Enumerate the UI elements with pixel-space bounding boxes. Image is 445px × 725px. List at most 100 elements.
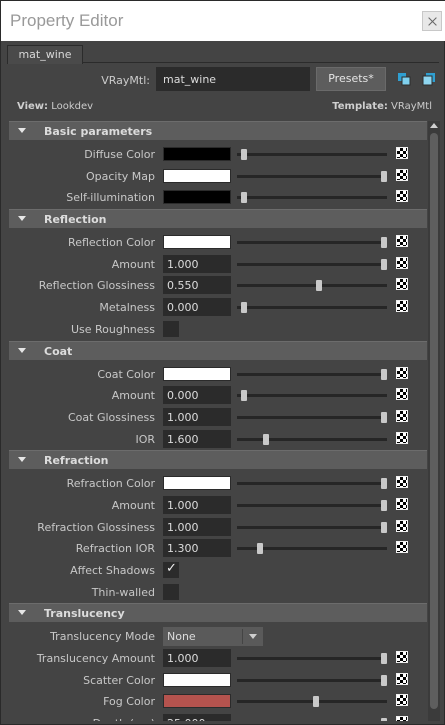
slider-handle[interactable] xyxy=(381,521,387,533)
refraction-ior-slider[interactable] xyxy=(237,543,387,555)
section-header-translucency[interactable]: Translucency xyxy=(9,603,427,623)
fog-color-swatch[interactable] xyxy=(163,694,231,709)
slider-handle[interactable] xyxy=(381,411,387,423)
slider-handle[interactable] xyxy=(381,170,387,182)
coat-color-swatch[interactable] xyxy=(163,366,231,381)
scatter-color-slider[interactable] xyxy=(237,674,387,686)
map-button-checker-icon[interactable] xyxy=(396,497,408,510)
map-button-checker-icon[interactable] xyxy=(396,541,408,554)
map-button-checker-icon[interactable] xyxy=(396,431,408,444)
translucency-amount-field[interactable]: 1.000 xyxy=(163,649,231,668)
refraction-color-slider[interactable] xyxy=(237,478,387,490)
section-header-coat[interactable]: Coat xyxy=(9,340,427,360)
map-button-checker-icon[interactable] xyxy=(396,651,408,664)
material-name-field[interactable]: mat_wine xyxy=(156,67,310,91)
thin-walled-checkbox[interactable] xyxy=(163,583,179,600)
map-button-checker-icon[interactable] xyxy=(396,278,408,291)
translucency-mode-dropdown[interactable]: None xyxy=(163,627,263,647)
chevron-down-icon[interactable] xyxy=(249,634,257,640)
slider-handle[interactable] xyxy=(257,543,263,555)
metalness-slider[interactable] xyxy=(237,302,387,314)
refraction-glossiness-field[interactable]: 1.000 xyxy=(163,517,231,536)
map-button-checker-icon[interactable] xyxy=(396,716,408,721)
map-button-checker-icon[interactable] xyxy=(396,672,408,685)
slider-handle[interactable] xyxy=(241,149,247,160)
refraction-color-swatch[interactable] xyxy=(163,476,231,491)
slider-handle[interactable] xyxy=(313,696,319,708)
opacity-map-slider[interactable] xyxy=(237,170,387,182)
collapse-triangle-icon[interactable] xyxy=(18,216,26,222)
map-button-checker-icon[interactable] xyxy=(396,388,408,401)
slider-handle[interactable] xyxy=(316,280,322,292)
diffuse-color-swatch[interactable] xyxy=(163,147,231,161)
slider-handle[interactable] xyxy=(241,302,247,314)
map-button-checker-icon[interactable] xyxy=(396,409,408,422)
map-button-checker-icon[interactable] xyxy=(396,694,408,707)
ior-slider[interactable] xyxy=(237,433,387,445)
amount-slider[interactable] xyxy=(237,258,387,270)
reflection-color-swatch[interactable] xyxy=(163,235,231,250)
amount-field[interactable]: 1.000 xyxy=(163,254,231,273)
coat-color-slider[interactable] xyxy=(237,368,387,380)
refraction-ior-field[interactable]: 1.300 xyxy=(163,539,231,558)
slider-handle[interactable] xyxy=(381,368,387,380)
amount-field[interactable]: 1.000 xyxy=(163,495,231,514)
coat-glossiness-field[interactable]: 1.000 xyxy=(163,407,231,426)
presets-button[interactable]: Presets* xyxy=(316,67,386,91)
map-button-checker-icon[interactable] xyxy=(396,519,408,532)
vertical-scrollbar[interactable] xyxy=(428,121,440,721)
slider-handle[interactable] xyxy=(381,478,387,490)
slider-handle[interactable] xyxy=(381,653,387,665)
tab-mat-wine[interactable]: mat_wine xyxy=(7,45,83,64)
affect-shadows-checkbox[interactable]: ✓ xyxy=(163,561,179,578)
collapse-triangle-icon[interactable] xyxy=(18,128,26,133)
ior-field[interactable]: 1.600 xyxy=(163,429,231,448)
amount-field[interactable]: 0.000 xyxy=(163,386,231,405)
refraction-glossiness-slider[interactable] xyxy=(237,521,387,533)
map-button-checker-icon[interactable] xyxy=(396,235,408,248)
collapse-triangle-icon[interactable] xyxy=(18,457,26,463)
map-button-checker-icon[interactable] xyxy=(396,476,408,489)
map-button-checker-icon[interactable] xyxy=(396,256,408,269)
section-header-reflection[interactable]: Reflection xyxy=(9,209,427,229)
slider-handle[interactable] xyxy=(263,433,269,445)
collapse-triangle-icon[interactable] xyxy=(18,610,26,616)
self-illumination-swatch[interactable] xyxy=(163,190,231,205)
slider-handle[interactable] xyxy=(381,718,387,721)
map-button-checker-icon[interactable] xyxy=(396,300,408,313)
amount-slider[interactable] xyxy=(237,390,387,402)
reflection-glossiness-slider[interactable] xyxy=(237,280,387,292)
scroll-up-icon[interactable] xyxy=(430,123,438,128)
diffuse-color-slider[interactable] xyxy=(237,149,387,160)
opacity-map-swatch[interactable] xyxy=(163,168,231,183)
slider-handle[interactable] xyxy=(381,674,387,686)
attribute-scroll-area[interactable]: Basic parameters Diffuse Color Opacity Map… xyxy=(9,121,427,721)
map-button-checker-icon[interactable] xyxy=(396,190,408,203)
fog-color-slider[interactable] xyxy=(237,696,387,708)
reflection-color-slider[interactable] xyxy=(237,237,387,249)
section-header-refraction[interactable]: Refraction xyxy=(9,450,427,470)
section-header-basic-parameters[interactable]: Basic parameters xyxy=(9,121,427,140)
collapse-triangle-icon[interactable] xyxy=(18,347,26,353)
reflection-glossiness-field[interactable]: 0.550 xyxy=(163,276,231,295)
map-button-checker-icon[interactable] xyxy=(396,168,408,181)
slider-handle[interactable] xyxy=(381,258,387,270)
amount-slider[interactable] xyxy=(237,499,387,511)
use-roughness-checkbox[interactable] xyxy=(163,320,179,337)
paste-settings-icon[interactable] xyxy=(422,72,436,86)
scatter-color-swatch[interactable] xyxy=(163,672,231,687)
slider-handle[interactable] xyxy=(381,237,387,249)
copy-settings-icon[interactable] xyxy=(397,72,411,86)
coat-glossiness-slider[interactable] xyxy=(237,411,387,423)
close-icon[interactable] xyxy=(422,11,442,31)
slider-handle[interactable] xyxy=(241,390,247,402)
depth-cm-field[interactable]: 25.000 xyxy=(163,714,231,721)
map-button-checker-icon[interactable] xyxy=(396,147,408,159)
metalness-field[interactable]: 0.000 xyxy=(163,298,231,317)
slider-handle[interactable] xyxy=(381,499,387,511)
translucency-amount-slider[interactable] xyxy=(237,653,387,665)
scrollbar-thumb[interactable] xyxy=(430,133,438,709)
slider-handle[interactable] xyxy=(241,192,247,204)
map-button-checker-icon[interactable] xyxy=(396,366,408,379)
self-illumination-slider[interactable] xyxy=(237,192,387,204)
